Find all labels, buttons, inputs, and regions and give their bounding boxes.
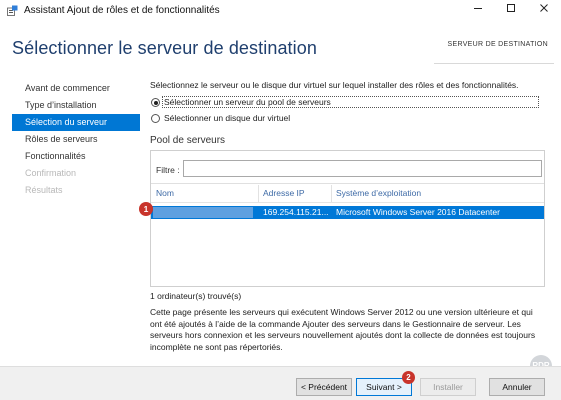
destination-server-box: SERVEUR DE DESTINATION [434, 36, 554, 64]
column-header-name[interactable]: Nom [156, 188, 174, 198]
filter-label: Filtre : [156, 165, 180, 175]
radio-server-pool[interactable]: Sélectionner un serveur du pool de serve… [150, 96, 540, 109]
close-button[interactable] [528, 0, 560, 20]
minimize-button[interactable] [462, 0, 494, 20]
nav-item-before-you-begin[interactable]: Avant de commencer [12, 80, 140, 97]
step-badge-1: 1 [139, 202, 153, 216]
grid-header: Nom Adresse IP Système d’exploitation [151, 184, 544, 203]
filter-area: Filtre : [151, 151, 544, 184]
filter-input[interactable] [183, 160, 542, 177]
step-badge-2: 2 [402, 371, 415, 384]
maximize-icon [507, 4, 515, 12]
wizard-steps-nav: Avant de commencer Type d’installation S… [12, 80, 140, 199]
column-header-os[interactable]: Système d’exploitation [336, 188, 421, 198]
server-manager-icon [7, 5, 18, 16]
nav-item-server-roles[interactable]: Rôles de serveurs [12, 131, 140, 148]
nav-item-installation-type[interactable]: Type d’installation [12, 97, 140, 114]
destination-server-label: SERVEUR DE DESTINATION [447, 41, 548, 48]
radio-button-selected[interactable] [151, 98, 160, 107]
radio-virtual-disk[interactable]: Sélectionner un disque dur virtuel [150, 113, 540, 125]
cancel-button[interactable]: Annuler [489, 378, 545, 396]
install-button: Installer [420, 378, 476, 396]
focus-outline [162, 96, 539, 108]
cell-ip: 169.254.115.21... [263, 207, 329, 217]
server-pool-grid: Filtre : Nom Adresse IP Système d’exploi… [150, 150, 545, 287]
column-separator[interactable] [258, 185, 259, 202]
maximize-button[interactable] [495, 0, 527, 20]
radio-button[interactable] [151, 114, 160, 123]
previous-button[interactable]: < Précédent [296, 378, 352, 396]
nav-item-results: Résultats [25, 185, 63, 195]
nav-item-server-selection[interactable]: Sélection du serveur [12, 114, 140, 131]
wizard-footer: < Précédent Suivant > Installer Annuler [0, 366, 561, 400]
close-icon [540, 4, 548, 12]
window-title: Assistant Ajout de rôles et de fonctionn… [24, 5, 220, 16]
page-title: Sélectionner le serveur de destination [12, 38, 317, 58]
server-count: 1 ordinateur(s) trouvé(s) [150, 291, 242, 301]
cell-os: Microsoft Windows Server 2016 Datacenter [336, 207, 500, 217]
nav-item-confirmation: Confirmation [25, 168, 77, 178]
radio-virtual-disk-label[interactable]: Sélectionner un disque dur virtuel [164, 113, 290, 124]
minimize-icon [474, 8, 482, 9]
nav-item-features[interactable]: Fonctionnalités [12, 148, 140, 165]
server-pool-title: Pool de serveurs [150, 135, 226, 146]
column-header-ip[interactable]: Adresse IP [263, 188, 305, 198]
intro-text: Sélectionnez le serveur ou le disque dur… [150, 80, 519, 90]
column-separator[interactable] [331, 185, 332, 202]
description-text: Cette page présente les serveurs qui exé… [150, 307, 536, 352]
cell-name [153, 207, 253, 218]
table-row[interactable]: 169.254.115.21... Microsoft Windows Serv… [151, 206, 544, 219]
title-bar: Assistant Ajout de rôles et de fonctionn… [0, 0, 561, 22]
